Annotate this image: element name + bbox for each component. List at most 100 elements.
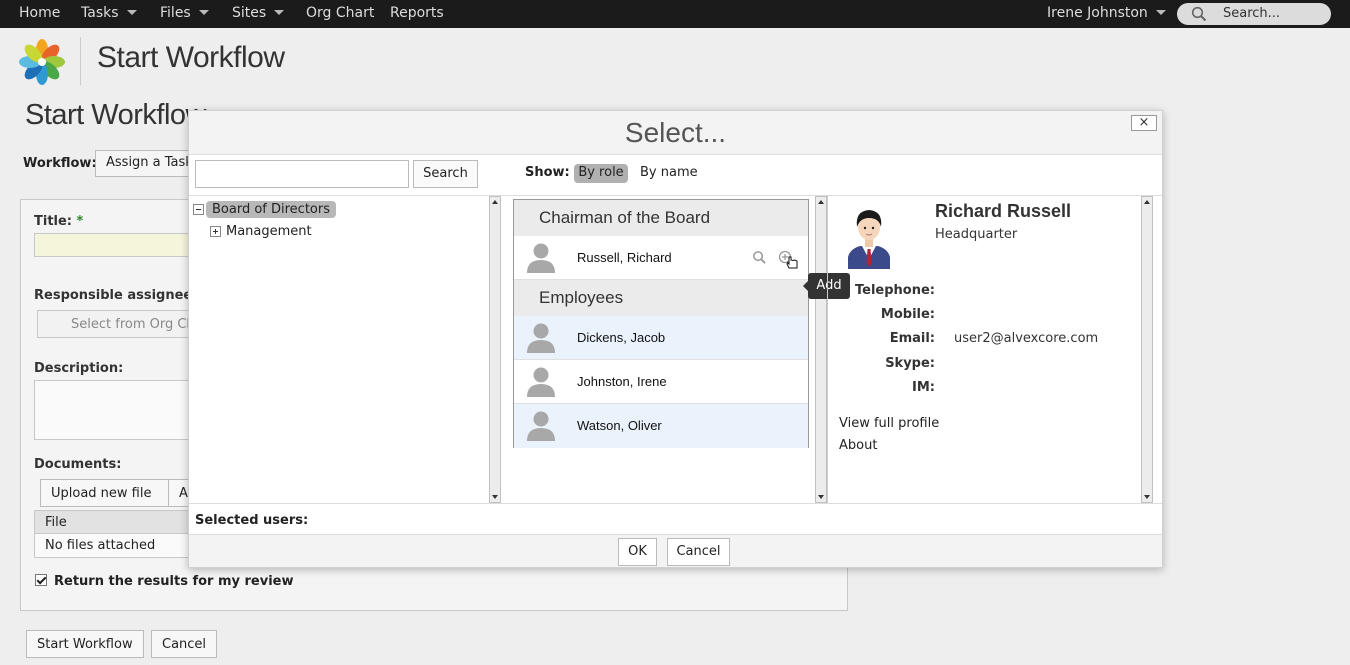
list-item[interactable]: Dickens, Jacob bbox=[514, 316, 808, 360]
tree-node-label: Board of Directors bbox=[206, 201, 336, 218]
close-button[interactable]: × bbox=[1131, 115, 1157, 131]
dialog-title: Select... bbox=[624, 117, 727, 148]
chevron-down-icon bbox=[274, 9, 285, 15]
dialog-search-button[interactable]: Search bbox=[413, 160, 478, 188]
profile-photo bbox=[848, 210, 890, 269]
tree-node-label: Management bbox=[226, 224, 312, 239]
title-label: Title: * bbox=[34, 214, 83, 229]
show-label: Show: bbox=[525, 165, 570, 180]
top-navigation-bar: Home Tasks Files Sites Org Chart Reports… bbox=[0, 0, 1350, 28]
collapse-icon[interactable] bbox=[193, 204, 204, 215]
dialog-footer: OK Cancel bbox=[189, 534, 1162, 567]
nav-tasks-label: Tasks bbox=[81, 5, 119, 21]
tree-node-board-of-directors[interactable]: Board of Directors bbox=[193, 201, 336, 218]
assignee-label: Responsible assignee: bbox=[34, 288, 197, 303]
review-label: Return the results for my review bbox=[54, 574, 294, 589]
people-list: Chairman of the Board Russell, Richard E… bbox=[513, 199, 809, 448]
nav-org-chart[interactable]: Org Chart bbox=[306, 0, 374, 28]
list-item[interactable]: Johnston, Irene bbox=[514, 360, 808, 404]
person-name: Watson, Oliver bbox=[577, 418, 662, 433]
nav-files[interactable]: Files bbox=[160, 0, 209, 28]
page-title: Start Workflow bbox=[25, 99, 207, 131]
user-name: Irene Johnston bbox=[1047, 5, 1148, 21]
scroll-up-icon[interactable] bbox=[1144, 200, 1150, 204]
list-item[interactable]: Watson, Oliver bbox=[514, 404, 808, 448]
search-icon[interactable] bbox=[752, 250, 767, 265]
group-header-employees: Employees bbox=[514, 280, 808, 316]
tree-scrollbar[interactable] bbox=[489, 196, 501, 503]
scroll-down-icon[interactable] bbox=[818, 495, 824, 499]
person-name: Russell, Richard bbox=[577, 250, 672, 265]
view-full-profile-link[interactable]: View full profile bbox=[839, 416, 939, 431]
workflow-label: Workflow: bbox=[23, 156, 97, 171]
dialog-search-input[interactable] bbox=[195, 160, 409, 188]
nav-reports[interactable]: Reports bbox=[390, 0, 444, 28]
chevron-down-icon bbox=[126, 9, 137, 15]
dialog-header: Select... × bbox=[189, 111, 1162, 155]
person-name: Johnston, Irene bbox=[577, 374, 667, 389]
global-search-placeholder: Search... bbox=[1223, 6, 1281, 21]
list-item[interactable]: Russell, Richard bbox=[514, 236, 808, 280]
nav-home[interactable]: Home bbox=[19, 0, 60, 28]
tree-node-management[interactable]: Management bbox=[210, 224, 312, 239]
profile-name: Richard Russell bbox=[935, 201, 1072, 221]
chevron-down-icon bbox=[198, 9, 209, 15]
scroll-down-icon[interactable] bbox=[1144, 495, 1150, 499]
chevron-down-icon bbox=[1155, 9, 1166, 15]
files-empty-message: No files attached bbox=[34, 534, 214, 558]
add-user-icon[interactable] bbox=[778, 250, 802, 270]
app-logo bbox=[19, 39, 65, 85]
select-dialog: Select... × Search Show: By role By name… bbox=[188, 110, 1163, 568]
selected-users-label: Selected users: bbox=[195, 513, 309, 528]
review-option: Return the results for my review bbox=[35, 574, 294, 589]
dialog-divider bbox=[189, 195, 1162, 196]
user-menu[interactable]: Irene Johnston bbox=[1047, 0, 1166, 28]
show-by-name-toggle[interactable]: By name bbox=[640, 165, 698, 180]
dialog-cancel-button[interactable]: Cancel bbox=[667, 538, 730, 566]
scroll-down-icon[interactable] bbox=[492, 495, 498, 499]
assignee-label-text: Responsible assignee: bbox=[34, 288, 198, 303]
nav-files-label: Files bbox=[160, 5, 191, 21]
nav-org-chart-label: Org Chart bbox=[306, 5, 375, 21]
description-textarea[interactable] bbox=[34, 380, 214, 440]
page-cancel-button[interactable]: Cancel bbox=[151, 630, 218, 658]
people-scrollbar[interactable] bbox=[815, 196, 827, 503]
nav-sites[interactable]: Sites bbox=[232, 0, 285, 28]
scroll-up-icon[interactable] bbox=[818, 200, 824, 204]
profile-org: Headquarter bbox=[935, 227, 1018, 242]
close-icon: × bbox=[1138, 115, 1150, 130]
user-avatar-icon bbox=[527, 367, 555, 397]
required-mark: * bbox=[76, 214, 84, 229]
nav-home-label: Home bbox=[19, 5, 61, 21]
upload-new-file-button[interactable]: Upload new file bbox=[40, 479, 178, 507]
detail-scrollbar[interactable] bbox=[1141, 196, 1153, 503]
nav-reports-label: Reports bbox=[390, 5, 444, 21]
nav-tasks[interactable]: Tasks bbox=[81, 0, 137, 28]
email-value[interactable]: user2@alvexcore.com bbox=[954, 331, 1098, 346]
header-divider bbox=[80, 37, 81, 85]
ok-button[interactable]: OK bbox=[618, 538, 657, 566]
show-by-role-toggle[interactable]: By role bbox=[574, 164, 628, 183]
selected-users-bar: Selected users: bbox=[189, 503, 1162, 534]
scroll-up-icon[interactable] bbox=[492, 200, 498, 204]
about-link[interactable]: About bbox=[839, 438, 877, 453]
expand-icon[interactable] bbox=[210, 226, 221, 237]
search-icon bbox=[1191, 6, 1207, 22]
telephone-label: Telephone: bbox=[855, 283, 935, 298]
title-label-text: Title: bbox=[34, 214, 73, 229]
person-name: Dickens, Jacob bbox=[577, 330, 666, 345]
title-input[interactable] bbox=[34, 233, 214, 257]
documents-label: Documents: bbox=[34, 457, 122, 472]
user-avatar-icon bbox=[527, 243, 555, 273]
start-workflow-button[interactable]: Start Workflow bbox=[26, 630, 144, 658]
global-search-input[interactable]: Search... bbox=[1177, 3, 1331, 25]
im-label: IM: bbox=[912, 380, 935, 395]
user-avatar-icon bbox=[527, 411, 555, 441]
skype-label: Skype: bbox=[885, 356, 935, 371]
description-label: Description: bbox=[34, 361, 124, 376]
review-checkbox[interactable] bbox=[35, 574, 47, 586]
detail-pane-divider bbox=[827, 195, 828, 503]
app-title: Start Workflow bbox=[97, 41, 285, 74]
mobile-label: Mobile: bbox=[880, 307, 935, 322]
nav-sites-label: Sites bbox=[232, 5, 267, 21]
